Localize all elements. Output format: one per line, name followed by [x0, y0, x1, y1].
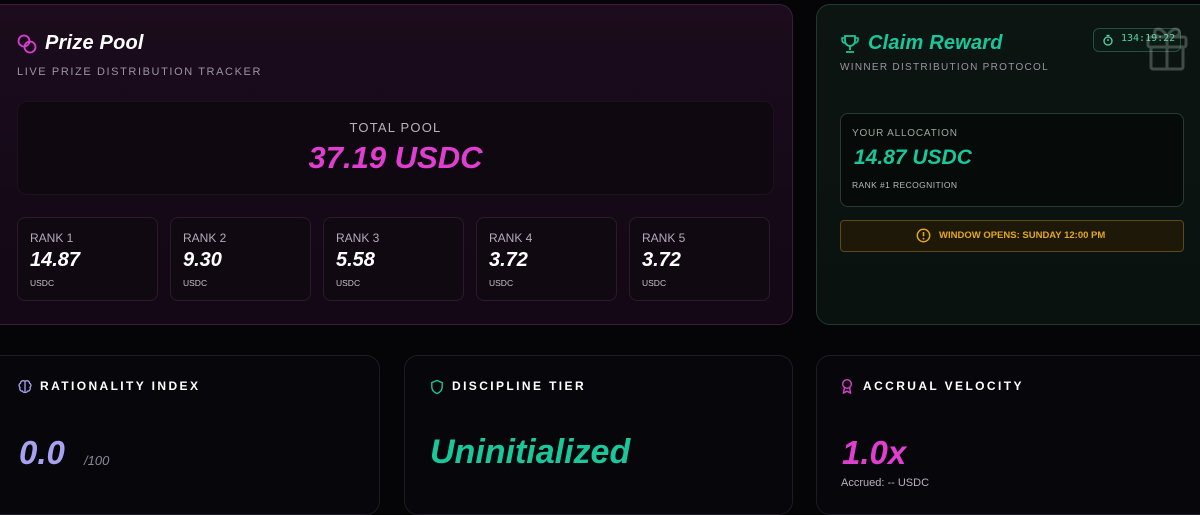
rank-unit: USDC	[642, 278, 667, 288]
rank-value: 14.87	[30, 249, 81, 271]
shield-icon	[431, 379, 443, 395]
rank-card: RANK 4 3.72 USDC	[476, 217, 617, 301]
total-pool-box: TOTAL POOL 37.19 USDC	[17, 101, 774, 195]
allocation-value: 14.87 USDC	[854, 146, 972, 169]
allocation-box: YOUR ALLOCATION 14.87 USDC RANK #1 RECOG…	[840, 113, 1184, 207]
rank-label: RANK 2	[183, 231, 227, 245]
rank-label: RANK 4	[489, 231, 533, 245]
total-pool-label: TOTAL POOL	[349, 120, 442, 135]
rank-value: 5.58	[336, 249, 375, 271]
discipline-tier-card: DISCIPLINE TIER Uninitialized	[404, 355, 793, 515]
total-pool-value: 37.19 USDC	[308, 140, 483, 175]
brain-icon	[18, 380, 32, 394]
velocity-note: Accrued: -- USDC	[841, 477, 930, 489]
velocity-value: 1.0x	[842, 434, 907, 471]
rank-value: 3.72	[489, 249, 528, 271]
rank-label: RANK 5	[642, 231, 686, 245]
rank-unit: USDC	[489, 278, 514, 288]
rationality-suffix: /100	[84, 453, 110, 468]
rank-value: 3.72	[642, 249, 681, 271]
rationality-index-title: RATIONALITY INDEX	[40, 379, 201, 393]
stopwatch-icon	[1103, 34, 1113, 46]
rank-unit: USDC	[30, 278, 55, 288]
discipline-tier-title: DISCIPLINE TIER	[452, 379, 587, 393]
prize-pool-title: Prize Pool	[45, 32, 144, 54]
prize-pool-subtitle: LIVE PRIZE DISTRIBUTION TRACKER	[17, 66, 262, 78]
rank-unit: USDC	[336, 278, 361, 288]
allocation-label: YOUR ALLOCATION	[852, 128, 958, 139]
claim-reward-card: Claim Reward WINNER DISTRIBUTION PROTOCO…	[816, 4, 1200, 325]
coins-icon	[17, 34, 37, 54]
rank-card: RANK 5 3.72 USDC	[629, 217, 770, 301]
rank-unit: USDC	[183, 278, 208, 288]
rank-card: RANK 2 9.30 USDC	[170, 217, 311, 301]
gift-icon	[1146, 27, 1188, 71]
accrual-velocity-card: ACCRUAL VELOCITY 1.0x Accrued: -- USDC	[816, 355, 1200, 515]
discipline-value: Uninitialized	[430, 433, 631, 471]
allocation-note: RANK #1 RECOGNITION	[852, 180, 958, 190]
claim-reward-title: Claim Reward	[868, 32, 1003, 54]
window-notice: WINDOW OPENS: SUNDAY 12:00 PM	[840, 220, 1184, 252]
alert-icon	[916, 228, 931, 243]
rank-value: 9.30	[183, 249, 222, 271]
claim-reward-subtitle: WINNER DISTRIBUTION PROTOCOL	[840, 62, 1050, 73]
window-notice-text: WINDOW OPENS: SUNDAY 12:00 PM	[939, 230, 1106, 241]
rationality-index-card: RATIONALITY INDEX 0.0 /100	[0, 355, 380, 515]
rank-card: RANK 3 5.58 USDC	[323, 217, 464, 301]
medal-icon	[841, 378, 853, 394]
accrual-velocity-title: ACCRUAL VELOCITY	[863, 379, 1024, 393]
rationality-value: 0.0	[19, 434, 65, 471]
rank-label: RANK 3	[336, 231, 380, 245]
rank-card: RANK 1 14.87 USDC	[17, 217, 158, 301]
prize-pool-card: Prize Pool LIVE PRIZE DISTRIBUTION TRACK…	[0, 4, 793, 325]
rank-label: RANK 1	[30, 231, 74, 245]
trophy-icon	[841, 35, 859, 53]
